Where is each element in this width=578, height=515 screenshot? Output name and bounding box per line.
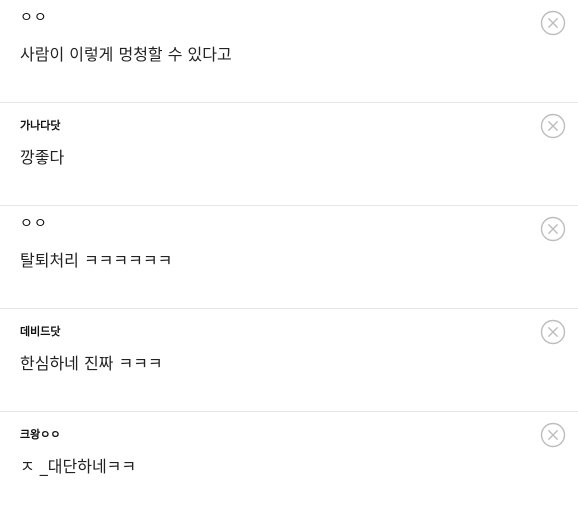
comment-author: 가나다닷 xyxy=(20,119,61,132)
comment-author: 데비드닷 xyxy=(20,325,61,338)
close-circle-icon xyxy=(540,216,566,242)
comment-text: 탈퇴처리 ㅋㅋㅋㅋㅋㅋ xyxy=(20,251,173,270)
comment-list: ㅇㅇ 사람이 이렇게 멍청할 수 있다고 가나다닷 깡좋다 ㅇㅇ 탈퇴처리 ㅋㅋ… xyxy=(0,0,578,506)
comment-text: 한심하네 진짜 ㅋㅋㅋ xyxy=(20,354,163,373)
delete-comment-button[interactable] xyxy=(540,216,566,242)
close-circle-icon xyxy=(540,10,566,36)
comment-text: 사람이 이렇게 멍청할 수 있다고 xyxy=(20,45,232,64)
delete-comment-button[interactable] xyxy=(540,422,566,448)
comment-text: 깡좋다 xyxy=(20,148,65,167)
comment-author: ㅇㅇ xyxy=(20,10,48,26)
comment-item: ㅇㅇ 사람이 이렇게 멍청할 수 있다고 xyxy=(0,0,578,103)
comment-item: 가나다닷 깡좋다 xyxy=(0,103,578,206)
comment-text: ㅈ _대단하네ㅋㅋ xyxy=(20,457,137,476)
comment-item: 데비드닷 한심하네 진짜 ㅋㅋㅋ xyxy=(0,309,578,412)
comment-author: ㅇㅇ xyxy=(20,216,48,232)
close-circle-icon xyxy=(540,319,566,345)
comment-item: ㅇㅇ 탈퇴처리 ㅋㅋㅋㅋㅋㅋ xyxy=(0,206,578,309)
comment-author: 크왕ㅇㅇ xyxy=(20,428,61,441)
delete-comment-button[interactable] xyxy=(540,10,566,36)
close-circle-icon xyxy=(540,422,566,448)
comment-item: 크왕ㅇㅇ ㅈ _대단하네ㅋㅋ xyxy=(0,412,578,515)
delete-comment-button[interactable] xyxy=(540,319,566,345)
delete-comment-button[interactable] xyxy=(540,113,566,139)
close-circle-icon xyxy=(540,113,566,139)
